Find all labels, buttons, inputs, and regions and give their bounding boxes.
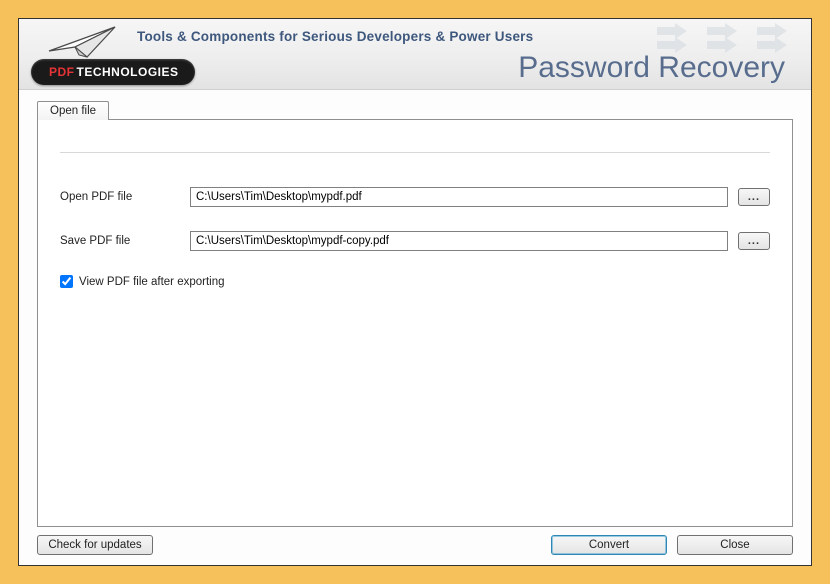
close-button[interactable]: Close — [677, 535, 793, 555]
save-pdf-label: Save PDF file — [60, 235, 190, 247]
header-tagline: Tools & Components for Serious Developer… — [137, 29, 533, 44]
save-pdf-row: Save PDF file ... — [60, 231, 770, 251]
save-pdf-browse-button[interactable]: ... — [738, 232, 770, 250]
open-pdf-input[interactable] — [190, 187, 728, 207]
app-window: Tools & Components for Serious Developer… — [18, 18, 812, 566]
convert-button[interactable]: Convert — [551, 535, 667, 555]
panel-divider — [60, 152, 770, 153]
logo-badge: PDF TECHNOLOGIES — [31, 59, 195, 85]
open-pdf-row: Open PDF file ... — [60, 187, 770, 207]
view-after-export-checkbox[interactable] — [60, 275, 73, 288]
tab-strip: Open file — [37, 100, 793, 119]
check-for-updates-button[interactable]: Check for updates — [37, 535, 153, 555]
view-after-export-row[interactable]: View PDF file after exporting — [60, 275, 770, 288]
open-pdf-browse-button[interactable]: ... — [738, 188, 770, 206]
footer-right-group: Convert Close — [551, 535, 793, 555]
app-header: Tools & Components for Serious Developer… — [19, 19, 811, 90]
header-arrows-decoration — [657, 23, 801, 53]
logo-pdf-text: PDF — [49, 65, 75, 79]
view-after-export-label: View PDF file after exporting — [79, 276, 225, 288]
logo-tech-text: TECHNOLOGIES — [77, 65, 179, 79]
open-pdf-label: Open PDF file — [60, 191, 190, 203]
app-title: Password Recovery — [518, 51, 785, 85]
footer: Check for updates Convert Close — [19, 527, 811, 565]
paper-plane-icon — [47, 25, 119, 62]
tab-open-file[interactable]: Open file — [37, 101, 109, 120]
save-pdf-input[interactable] — [190, 231, 728, 251]
tab-panel: Open PDF file ... Save PDF file ... View… — [37, 119, 793, 527]
body-area: Open file Open PDF file ... Save PDF fil… — [19, 90, 811, 527]
